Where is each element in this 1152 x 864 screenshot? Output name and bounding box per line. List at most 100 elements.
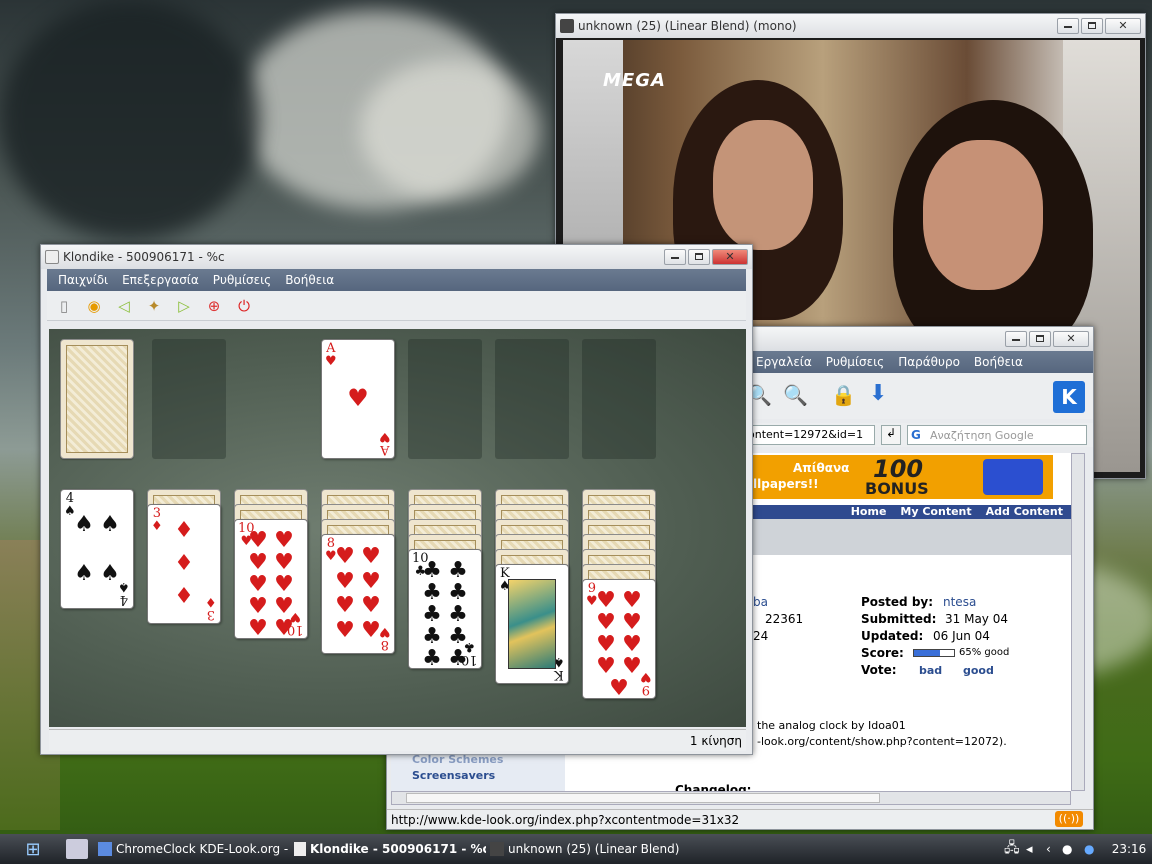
foundation-card[interactable]: A ♥ ♥ A ♥ bbox=[321, 339, 395, 459]
pip: ♦ bbox=[174, 550, 194, 576]
cards-icon bbox=[45, 250, 59, 264]
nav-my-content[interactable]: My Content bbox=[900, 505, 971, 519]
minimize-button[interactable] bbox=[1057, 18, 1079, 34]
tray-arrow-icon[interactable]: ‹ bbox=[1046, 842, 1062, 856]
zoom-out-icon[interactable]: 🔍 bbox=[783, 383, 808, 407]
volume-icon[interactable]: ◂ bbox=[1026, 842, 1046, 857]
pip: ♠ bbox=[100, 560, 120, 586]
pip: ♥ bbox=[596, 588, 616, 613]
tableau-card[interactable]: 10 ♥ 10 ♥ ♥ ♥ ♥ ♥ ♥ ♥ ♥ ♥ ♥ ♥ bbox=[234, 519, 308, 640]
maximize-button[interactable] bbox=[688, 249, 710, 265]
foundation-slot[interactable] bbox=[582, 339, 656, 459]
card-pips: ♣ ♣ ♣ ♣ ♣ ♣ ♣ ♣ ♣ ♣ bbox=[419, 558, 471, 670]
start-menu-icon[interactable]: ⊞ bbox=[0, 835, 66, 863]
new-game-icon[interactable]: ▯ bbox=[53, 295, 75, 317]
rss-icon[interactable]: ((·)) bbox=[1055, 811, 1083, 827]
lock-icon[interactable]: 🔒 bbox=[831, 383, 856, 407]
horizontal-scrollbar[interactable] bbox=[391, 791, 1071, 805]
penguin-icon bbox=[490, 842, 504, 856]
pip: ♠ bbox=[74, 511, 94, 537]
pip: ♠ bbox=[100, 511, 120, 537]
help-lifebuoy-icon[interactable]: ⊕ bbox=[203, 295, 225, 317]
task-klondike[interactable]: Klondike - 500906171 - %c bbox=[290, 842, 486, 856]
cards-icon bbox=[294, 842, 306, 856]
task-video[interactable]: unknown (25) (Linear Blend) (mon bbox=[486, 842, 682, 856]
tableau-card[interactable]: 4 ♠ 4 ♠ ♠ ♠ ♠ ♠ bbox=[60, 489, 134, 609]
pip: ♣ bbox=[422, 624, 442, 649]
show-desktop-icon[interactable] bbox=[66, 839, 88, 859]
undo-icon[interactable]: ◁ bbox=[113, 295, 135, 317]
foundation-slot[interactable] bbox=[408, 339, 482, 459]
pip: ♥ bbox=[609, 676, 629, 701]
kde-logo-icon[interactable]: K bbox=[1053, 381, 1085, 413]
card-pips: ♥ ♥ ♥ ♥ ♥ ♥ ♥ ♥ ♥ ♥ bbox=[245, 530, 297, 640]
konqueror-icon bbox=[98, 842, 112, 856]
browser-statusbar: http://www.kde-look.org/index.php?xconte… bbox=[387, 809, 1093, 829]
klondike-toolbar: ▯ ◉ ◁ ✦ ▷ ⊕ ⏻ bbox=[47, 291, 746, 321]
menu-tools[interactable]: Εργαλεία bbox=[749, 355, 819, 369]
stock-pile[interactable] bbox=[60, 339, 134, 459]
menu-window[interactable]: Παράθυρο bbox=[891, 355, 967, 369]
menu-help[interactable]: Βοήθεια bbox=[967, 355, 1030, 369]
pip: ♥ bbox=[335, 568, 355, 594]
maximize-button[interactable] bbox=[1081, 18, 1103, 34]
pip: ♣ bbox=[448, 602, 468, 627]
task-konqueror[interactable]: ChromeClock KDE-Look.org - Konq bbox=[94, 842, 290, 856]
pip: ♥ bbox=[596, 632, 616, 657]
pip: ♥ bbox=[248, 550, 268, 575]
close-button[interactable] bbox=[1053, 331, 1089, 347]
pip: ♥ bbox=[248, 616, 268, 641]
minimize-button[interactable] bbox=[1005, 331, 1027, 347]
close-button[interactable] bbox=[712, 249, 748, 265]
game-table: A ♥ ♥ A ♥ 4 ♠ 4 ♠ ♠ ♠ ♠ ♠ 3 ♦ 3 ♦ ♦ ♦ ♦ 10 ♥ 10 ♥ ♥ ♥ ♥ ♥ ♥ ♥ ♥ ♥ ♥ ♥ 8… bbox=[49, 329, 746, 727]
menu-game[interactable]: Παιχνίδι bbox=[51, 273, 115, 287]
card-pips: ♥ ♥ ♥ ♥ ♥ ♥ ♥ ♥ ♥ bbox=[593, 588, 645, 700]
sidebar-screensavers[interactable]: Screensavers bbox=[412, 769, 495, 782]
taskbar: ⊞ ChromeClock KDE-Look.org - Konq Klondi… bbox=[0, 834, 1152, 864]
nav-add-content[interactable]: Add Content bbox=[986, 505, 1063, 519]
tray-app-icon[interactable]: ● bbox=[1062, 842, 1084, 856]
pip: ♥ bbox=[622, 654, 642, 679]
clock: 23:16 bbox=[1111, 842, 1147, 856]
pip: ♥ bbox=[335, 593, 355, 619]
ad-banner[interactable]: Απίθανα llpapers!! 100 BONUS bbox=[753, 455, 1053, 499]
pip: ♠ bbox=[74, 560, 94, 586]
pip: ♥ bbox=[361, 617, 381, 643]
menu-help[interactable]: Βοήθεια bbox=[278, 273, 341, 287]
minimize-button[interactable] bbox=[664, 249, 686, 265]
tableau-card[interactable]: 10 ♣ 10 ♣ ♣ ♣ ♣ ♣ ♣ ♣ ♣ ♣ ♣ ♣ bbox=[408, 549, 482, 670]
menu-settings[interactable]: Ρυθμίσεις bbox=[206, 273, 278, 287]
king-face-image bbox=[508, 579, 556, 669]
search-field[interactable]: G Αναζήτηση Google bbox=[907, 425, 1087, 445]
tableau-card[interactable]: 8 ♥ 8 ♥ ♥ ♥ ♥ ♥ ♥ ♥ ♥ ♥ bbox=[321, 534, 395, 654]
klondike-titlebar[interactable]: Klondike - 500906171 - %c bbox=[41, 245, 752, 269]
go-icon[interactable]: ↲ bbox=[881, 425, 901, 445]
tableau-card[interactable]: 9 ♥ 9 ♥ ♥ ♥ ♥ ♥ ♥ ♥ ♥ ♥ ♥ bbox=[582, 579, 656, 700]
redo-icon[interactable]: ▷ bbox=[173, 295, 195, 317]
tableau-card[interactable]: 3 ♦ 3 ♦ ♦ ♦ ♦ bbox=[147, 504, 221, 624]
pip: ♥ bbox=[622, 632, 642, 657]
tray-globe-icon[interactable]: ● bbox=[1084, 842, 1106, 856]
klondike-menubar: Παιχνίδι Επεξεργασία Ρυθμίσεις Βοήθεια bbox=[47, 269, 746, 291]
network-icon[interactable]: 🖧 bbox=[1004, 837, 1026, 861]
menu-edit[interactable]: Επεξεργασία bbox=[115, 273, 206, 287]
tableau-card[interactable]: K ♠ K ♠ bbox=[495, 564, 569, 684]
video-titlebar[interactable]: unknown (25) (Linear Blend) (mono) bbox=[556, 14, 1145, 38]
nav-home[interactable]: Home bbox=[851, 505, 887, 519]
vertical-scrollbar[interactable] bbox=[1071, 453, 1085, 791]
close-button[interactable] bbox=[1105, 18, 1141, 34]
foundation-slot[interactable] bbox=[495, 339, 569, 459]
restart-icon[interactable]: ◉ bbox=[83, 295, 105, 317]
sidebar-panel: Color Schemes Screensavers bbox=[391, 753, 565, 791]
penguin-icon bbox=[560, 19, 574, 33]
pip: ♥ bbox=[274, 572, 294, 597]
quit-icon[interactable]: ⏻ bbox=[233, 295, 255, 317]
download-icon[interactable]: ⬇ bbox=[869, 381, 887, 406]
pip: ♥ bbox=[335, 544, 355, 570]
pip: ♣ bbox=[422, 558, 442, 583]
hint-wand-icon[interactable]: ✦ bbox=[143, 295, 165, 317]
url-input[interactable]: ontent=12972&id=1 bbox=[745, 425, 875, 445]
maximize-button[interactable] bbox=[1029, 331, 1051, 347]
menu-settings[interactable]: Ρυθμίσεις bbox=[819, 355, 891, 369]
waste-slot[interactable] bbox=[152, 339, 226, 459]
